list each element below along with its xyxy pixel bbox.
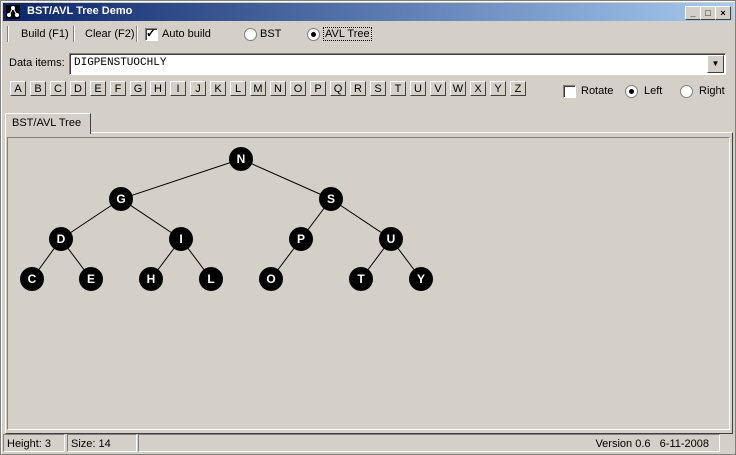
clear-button[interactable]: Clear (F2) — [83, 25, 137, 43]
bst-radio[interactable] — [244, 28, 257, 41]
title-bar[interactable]: BST/AVL Tree Demo _ □ × — [3, 3, 733, 21]
status-version: Version 0.6 6-11-2008 — [138, 434, 720, 452]
tree-node-s: S — [319, 187, 343, 211]
tree-node-o: O — [259, 267, 283, 291]
tree-node-l: L — [199, 267, 223, 291]
letter-button-h[interactable]: H — [150, 81, 166, 96]
radio-selected-dot — [629, 89, 634, 94]
letter-button-m[interactable]: M — [250, 81, 266, 96]
letter-button-j[interactable]: J — [190, 81, 206, 96]
svg-text:I: I — [179, 232, 182, 246]
letter-button-c[interactable]: C — [50, 81, 66, 96]
rotate-checkbox[interactable] — [563, 85, 576, 98]
chevron-down-icon[interactable]: ▼ — [707, 55, 724, 73]
build-button[interactable]: Build (F1) — [19, 25, 71, 43]
rotate-label[interactable]: Rotate — [581, 85, 613, 97]
right-label[interactable]: Right — [699, 85, 725, 97]
letter-button-w[interactable]: W — [450, 81, 466, 96]
svg-text:U: U — [387, 232, 396, 246]
letter-button-x[interactable]: X — [470, 81, 486, 96]
svg-text:D: D — [57, 232, 66, 246]
data-items-combobox[interactable]: DIGPENSTUOCHLY ▼ — [69, 53, 726, 75]
svg-text:C: C — [28, 272, 37, 286]
window-title: BST/AVL Tree Demo — [27, 5, 133, 17]
tree-diagram: N G S D I P U C E H L O T Y — [20, 147, 433, 291]
svg-text:O: O — [266, 272, 275, 286]
status-height: Height: 3 — [3, 434, 65, 452]
letter-button-q[interactable]: Q — [330, 81, 346, 96]
letter-button-n[interactable]: N — [270, 81, 286, 96]
letter-button-e[interactable]: E — [90, 81, 106, 96]
avl-label[interactable]: AVL Tree — [323, 27, 372, 41]
svg-text:T: T — [357, 272, 365, 286]
letter-button-o[interactable]: O — [290, 81, 306, 96]
tree-edge-n-s — [240, 158, 332, 200]
toolbar-separator — [7, 26, 9, 42]
letter-button-k[interactable]: K — [210, 81, 226, 96]
letter-button-s[interactable]: S — [370, 81, 386, 96]
radio-selected-dot — [311, 32, 316, 37]
tree-node-u: U — [379, 227, 403, 251]
tab-label: BST/AVL Tree — [12, 117, 82, 129]
tree-canvas: N G S D I P U C E H L O T Y — [7, 137, 730, 430]
tree-node-e: E — [79, 267, 103, 291]
letter-button-a[interactable]: A — [10, 81, 26, 96]
app-tree-icon — [6, 5, 20, 19]
tab-bst-avl-tree[interactable]: BST/AVL Tree — [5, 113, 91, 134]
svg-text:L: L — [207, 272, 214, 286]
tree-node-p: P — [289, 227, 313, 251]
avl-radio[interactable] — [307, 28, 320, 41]
letter-button-v[interactable]: V — [430, 81, 446, 96]
tree-node-y: Y — [409, 267, 433, 291]
checkmark-icon: ✓ — [146, 26, 157, 40]
tree-node-t: T — [349, 267, 373, 291]
app-window: BST/AVL Tree Demo _ □ × Build (F1) Clear… — [0, 0, 736, 455]
toolbar: Build (F1) Clear (F2) ✓ Auto build BST A… — [5, 23, 733, 45]
svg-text:P: P — [297, 232, 305, 246]
letter-button-f[interactable]: F — [110, 81, 126, 96]
tree-node-h: H — [139, 267, 163, 291]
data-items-label: Data items: — [9, 57, 65, 69]
auto-build-label[interactable]: Auto build — [162, 28, 211, 40]
tree-node-d: D — [49, 227, 73, 251]
letter-button-l[interactable]: L — [230, 81, 246, 96]
letter-button-g[interactable]: G — [130, 81, 146, 96]
auto-build-checkbox[interactable]: ✓ — [145, 26, 158, 41]
svg-text:Y: Y — [417, 272, 425, 286]
tree-node-i: I — [169, 227, 193, 251]
svg-text:G: G — [116, 192, 125, 206]
toolbar-separator — [73, 26, 75, 42]
bst-label[interactable]: BST — [260, 28, 281, 40]
letter-button-z[interactable]: Z — [510, 81, 526, 96]
left-radio[interactable] — [625, 85, 638, 98]
svg-text:N: N — [237, 152, 246, 166]
right-radio[interactable] — [680, 85, 693, 98]
letter-button-r[interactable]: R — [350, 81, 366, 96]
data-items-value: DIGPENSTUOCHLY — [74, 57, 167, 69]
letter-button-p[interactable]: P — [310, 81, 326, 96]
svg-text:S: S — [327, 192, 335, 206]
toolbar-separator — [136, 26, 138, 42]
letter-button-u[interactable]: U — [410, 81, 426, 96]
tree-node-c: C — [20, 267, 44, 291]
status-size: Size: 14 — [67, 434, 137, 452]
svg-text:E: E — [87, 272, 95, 286]
tree-node-g: G — [109, 187, 133, 211]
maximize-icon[interactable]: □ — [700, 6, 716, 20]
letter-button-t[interactable]: T — [390, 81, 406, 96]
letter-button-b[interactable]: B — [30, 81, 46, 96]
tree-edge-n-g — [120, 158, 242, 200]
minimize-icon[interactable]: _ — [685, 6, 701, 20]
letter-button-y[interactable]: Y — [490, 81, 506, 96]
letter-button-d[interactable]: D — [70, 81, 86, 96]
close-icon[interactable]: × — [715, 6, 731, 20]
left-label[interactable]: Left — [644, 85, 662, 97]
letter-button-i[interactable]: I — [170, 81, 186, 96]
svg-text:H: H — [147, 272, 156, 286]
tree-node-n: N — [229, 147, 253, 171]
